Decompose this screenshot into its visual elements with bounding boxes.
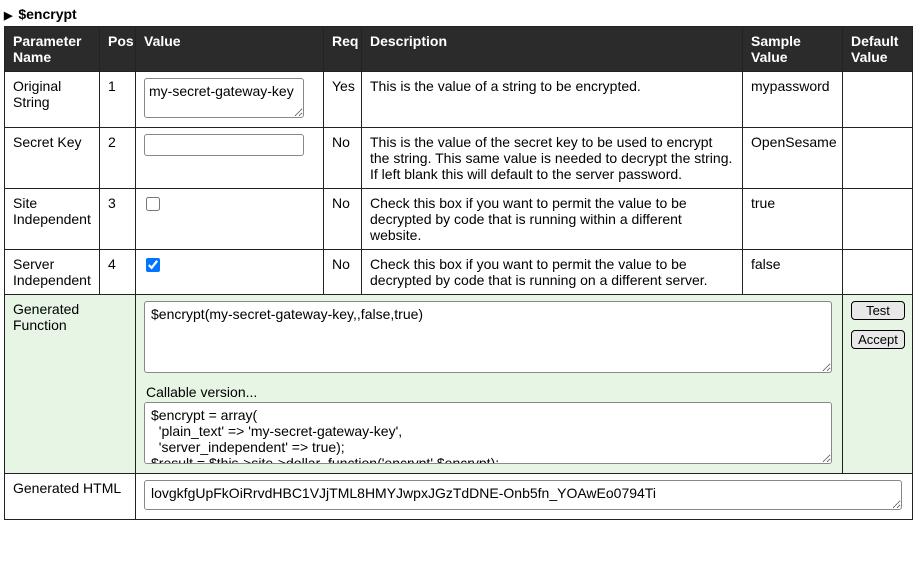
req-cell: No bbox=[324, 250, 362, 295]
col-header-value: Value bbox=[136, 27, 324, 72]
parameter-table: Parameter Name Pos Value Req Description… bbox=[4, 26, 913, 520]
param-name-cell: Server Independent bbox=[5, 250, 100, 295]
default-cell bbox=[843, 250, 913, 295]
sample-cell: mypassword bbox=[743, 72, 843, 128]
table-row: Original String1 YesThis is the value of … bbox=[5, 72, 913, 128]
collapse-triangle-icon[interactable]: ▶ bbox=[4, 9, 12, 22]
default-cell bbox=[843, 128, 913, 189]
desc-cell: This is the value of the secret key to b… bbox=[362, 128, 743, 189]
req-cell: No bbox=[324, 189, 362, 250]
table-row: Server Independent4 NoCheck this box if y… bbox=[5, 250, 913, 295]
pos-cell: 2 bbox=[100, 128, 136, 189]
req-cell: Yes bbox=[324, 72, 362, 128]
col-header-desc: Description bbox=[362, 27, 743, 72]
generated-function-row: Generated Function Callable version... T… bbox=[5, 295, 913, 474]
generated-function-text[interactable] bbox=[144, 301, 832, 373]
sample-cell: true bbox=[743, 189, 843, 250]
pos-cell: 1 bbox=[100, 72, 136, 128]
desc-cell: Check this box if you want to permit the… bbox=[362, 189, 743, 250]
table-row: Secret Key2 NoThis is the value of the se… bbox=[5, 128, 913, 189]
col-header-sample: Sample Value bbox=[743, 27, 843, 72]
accept-button[interactable]: Accept bbox=[851, 330, 905, 349]
req-cell: No bbox=[324, 128, 362, 189]
generated-html-text[interactable] bbox=[144, 480, 902, 510]
section-header[interactable]: ▶ $encrypt bbox=[4, 4, 913, 26]
callable-version-label: Callable version... bbox=[146, 384, 832, 400]
pos-cell: 3 bbox=[100, 189, 136, 250]
param-name-cell: Site Independent bbox=[5, 189, 100, 250]
pos-cell: 4 bbox=[100, 250, 136, 295]
value-textarea[interactable] bbox=[144, 78, 304, 118]
sample-cell: false bbox=[743, 250, 843, 295]
callable-version-text[interactable] bbox=[144, 402, 832, 464]
param-name-cell: Original String bbox=[5, 72, 100, 128]
default-cell bbox=[843, 72, 913, 128]
generated-html-label: Generated HTML bbox=[5, 474, 136, 520]
col-header-pos: Pos bbox=[100, 27, 136, 72]
section-title: $encrypt bbox=[18, 6, 76, 22]
default-cell bbox=[843, 189, 913, 250]
desc-cell: Check this box if you want to permit the… bbox=[362, 250, 743, 295]
value-cell bbox=[136, 250, 324, 295]
col-header-default: Default Value bbox=[843, 27, 913, 72]
table-row: Site Independent3 NoCheck this box if you… bbox=[5, 189, 913, 250]
generated-function-label: Generated Function bbox=[5, 295, 136, 474]
desc-cell: This is the value of a string to be encr… bbox=[362, 72, 743, 128]
value-cell bbox=[136, 189, 324, 250]
value-checkbox[interactable] bbox=[146, 197, 160, 211]
test-button[interactable]: Test bbox=[851, 301, 905, 320]
value-cell bbox=[136, 128, 324, 189]
sample-cell: OpenSesame bbox=[743, 128, 843, 189]
param-name-cell: Secret Key bbox=[5, 128, 100, 189]
generated-html-row: Generated HTML bbox=[5, 474, 913, 520]
value-input[interactable] bbox=[144, 134, 304, 156]
value-cell bbox=[136, 72, 324, 128]
value-checkbox[interactable] bbox=[146, 258, 160, 272]
col-header-param: Parameter Name bbox=[5, 27, 100, 72]
col-header-req: Req bbox=[324, 27, 362, 72]
